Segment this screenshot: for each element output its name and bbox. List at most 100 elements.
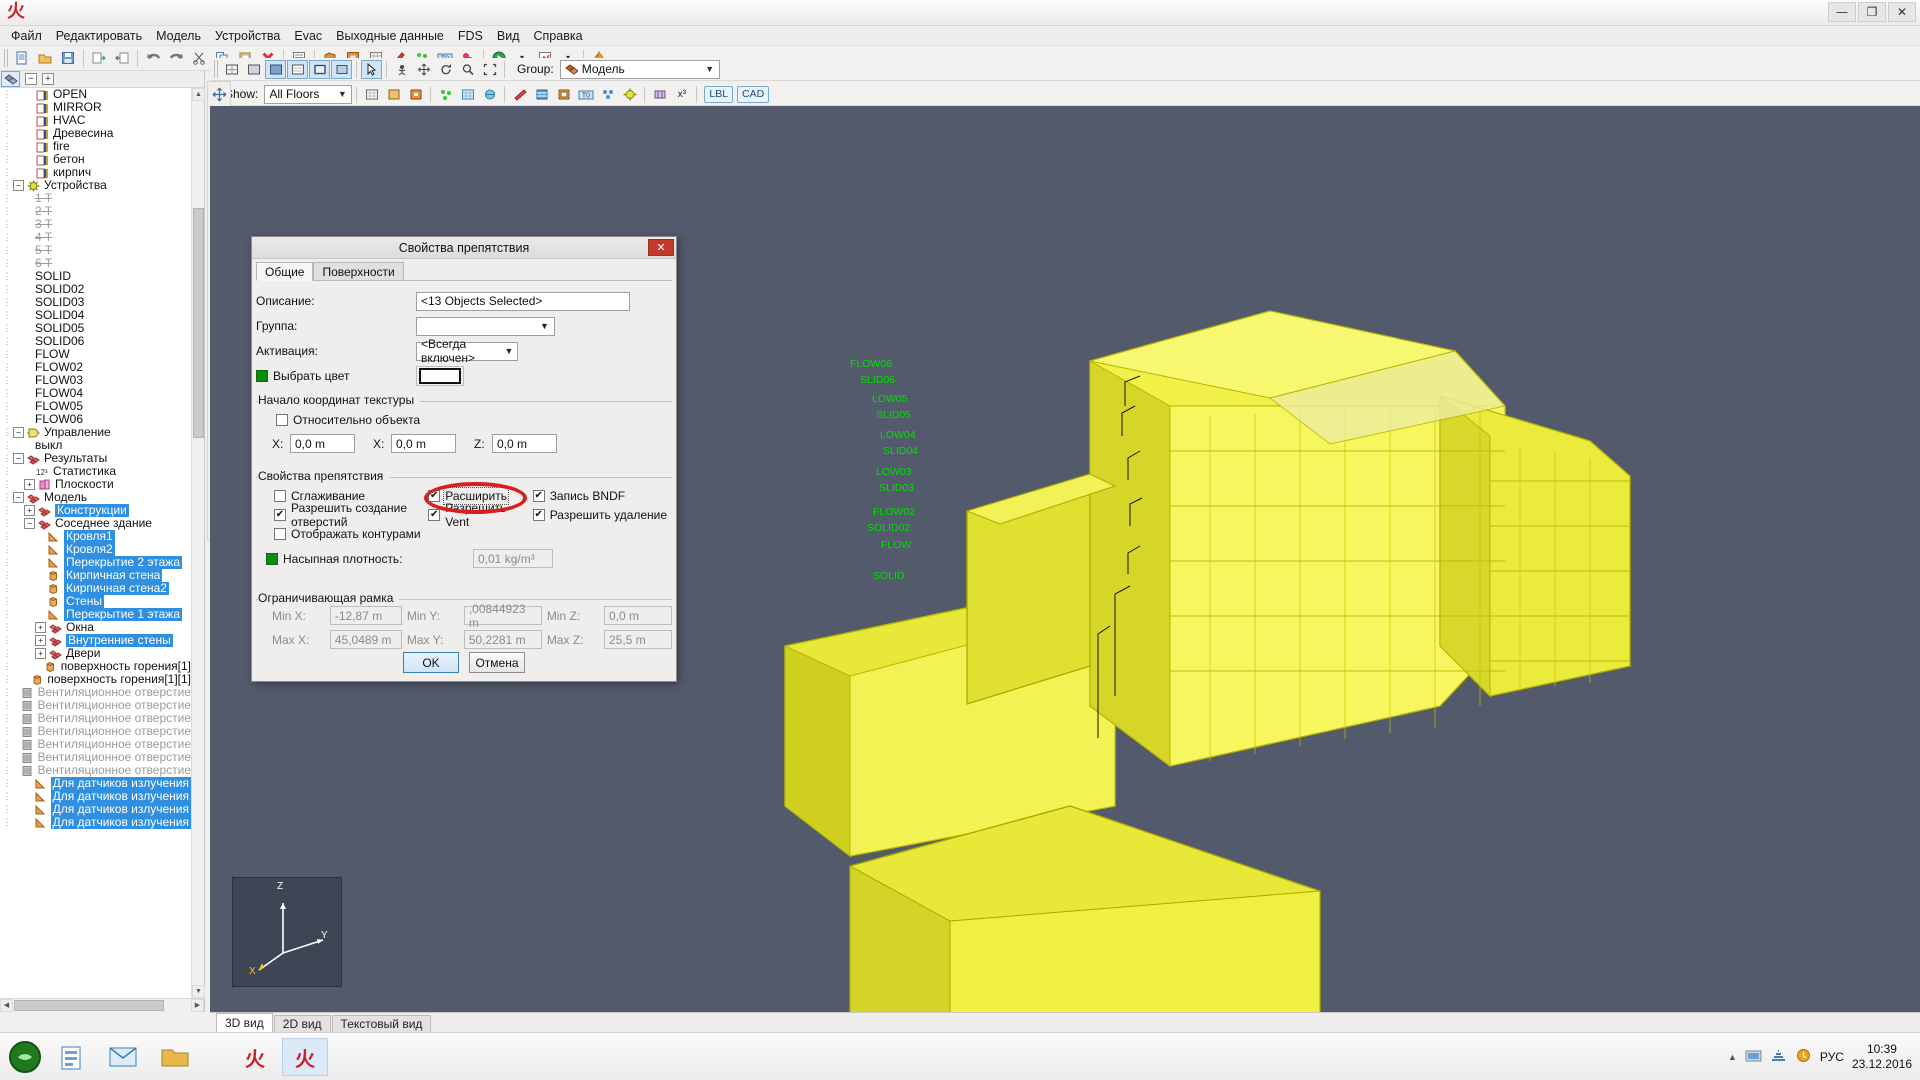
view-wireframe-icon[interactable] (221, 60, 242, 79)
show-floors-select[interactable]: All Floors ▼ (264, 84, 353, 104)
tree-item[interactable]: ⋮ + Плоскости (0, 478, 191, 491)
color-checkbox[interactable] (256, 370, 268, 382)
texture-coord-input-1[interactable]: 0,0 m (290, 434, 355, 453)
show-surfaces-icon[interactable] (553, 85, 574, 104)
menu-item-1[interactable]: Файл (4, 27, 49, 45)
save-icon[interactable] (57, 48, 79, 69)
menu-item-3[interactable]: Модель (149, 27, 208, 45)
scroll-right-arrow[interactable]: ▶ (191, 999, 204, 1012)
menu-item-6[interactable]: Выходные данные (329, 27, 451, 45)
scroll-down-arrow[interactable]: ▼ (192, 985, 205, 998)
bndf-checkbox[interactable]: ✔ (532, 489, 545, 502)
zoom-extents-icon[interactable] (479, 60, 500, 79)
scroll-left-arrow[interactable]: ◀ (0, 999, 13, 1012)
color-swatch-button[interactable] (416, 366, 464, 386)
dialog-tab-1[interactable]: Общие (256, 262, 314, 281)
bbox-input-5[interactable]: 50,2281 m (463, 630, 542, 649)
tree-item[interactable]: ⋮ Для датчиков излучения (0, 816, 191, 829)
tree-vertical-scrollbar[interactable]: ▲ ▼ (191, 88, 205, 998)
tree-expander[interactable]: − (24, 518, 35, 529)
pyrosim-app1-icon[interactable]: 火 (232, 1038, 278, 1076)
bbox-input-3[interactable]: 0,0 m (604, 606, 672, 625)
taskbar-clock[interactable]: 10:39 23.12.2016 (1852, 1042, 1912, 1072)
tree-expander[interactable]: + (24, 479, 35, 490)
allow-remove-checkbox-row[interactable]: ✔ Разрешить удаление (532, 505, 672, 524)
show-outline-checkbox[interactable] (274, 527, 286, 540)
description-input[interactable]: <13 Objects Selected> (416, 291, 630, 311)
view-solid-icon[interactable] (243, 60, 264, 79)
redo-icon[interactable] (165, 48, 187, 69)
texture-coord-input-3[interactable]: 0,0 m (492, 434, 557, 453)
undo-icon[interactable] (142, 48, 164, 69)
bulk-density-input[interactable]: 0,01 kg/m³ (473, 549, 553, 568)
tree-expander[interactable]: + (24, 505, 35, 516)
tree-expander[interactable]: − (13, 427, 24, 438)
show-obstructions-icon[interactable] (383, 85, 404, 104)
start-button[interactable] (2, 1038, 48, 1076)
activation-select[interactable]: <Всегда включен> ▼ (416, 337, 518, 365)
cad-toggle-button[interactable]: CAD (737, 85, 770, 103)
show-slices-icon[interactable] (649, 85, 670, 104)
model-tree[interactable]: ⋮ OPEN ⋮ MIRROR ⋮ HVAC ⋮ Древесина ⋮ fire ⋮ бетон ⋮ к… (0, 88, 191, 998)
bbox-input-6[interactable]: 25,5 m (604, 630, 672, 649)
lbl-toggle-button[interactable]: LBL (704, 85, 734, 103)
allow-vent-checkbox[interactable]: ✔ (428, 508, 441, 521)
bulk-density-checkbox[interactable] (266, 552, 278, 565)
tray-icon-2[interactable] (1770, 1048, 1787, 1066)
chevron-down-icon[interactable]: ▼ (503, 346, 515, 356)
tree-expander[interactable]: − (13, 492, 24, 503)
exponent-toggle[interactable]: x³ (671, 85, 692, 104)
bndf-checkbox-row[interactable]: ✔ Запись BNDF (532, 486, 672, 505)
cancel-button[interactable]: Отмена (469, 652, 525, 673)
tree-view-tab-icon[interactable] (1, 71, 20, 87)
language-indicator[interactable]: РУС (1820, 1050, 1844, 1064)
smoothing-checkbox[interactable] (274, 489, 286, 502)
expand-checkbox[interactable]: ✔ (428, 489, 441, 502)
export-icon[interactable] (111, 48, 133, 69)
orbit-tool-icon[interactable] (391, 60, 412, 79)
menu-item-4[interactable]: Устройства (208, 27, 287, 45)
move-tool-icon[interactable] (209, 84, 230, 104)
show-particles-icon[interactable] (435, 85, 456, 104)
dialog-close-button[interactable]: ✕ (648, 239, 674, 256)
view-ghost-icon[interactable] (331, 59, 352, 79)
allow-remove-checkbox[interactable]: ✔ (532, 508, 545, 521)
group-select[interactable]: Модель ▼ (559, 59, 720, 79)
tree-scroll-thumb[interactable] (193, 208, 204, 438)
rotate-tool-icon[interactable] (435, 60, 456, 79)
tree-expander[interactable]: + (35, 635, 46, 646)
menu-item-7[interactable]: FDS (451, 27, 490, 45)
file-explorer-icon[interactable] (50, 1038, 96, 1076)
pyrosim-app2-icon[interactable]: 火 (282, 1038, 328, 1076)
show-vents-icon[interactable] (531, 85, 552, 104)
expand-all-button[interactable]: + (42, 73, 54, 85)
folder-icon[interactable] (152, 1038, 198, 1076)
chevron-down-icon[interactable]: ▼ (537, 321, 552, 331)
new-file-icon[interactable] (11, 48, 33, 69)
relative-to-object-checkbox-row[interactable]: Относительно объекта (276, 410, 672, 429)
bbox-input-2[interactable]: ,00844923 m (463, 602, 542, 630)
view-outline-icon[interactable] (309, 59, 330, 79)
close-button[interactable]: ✕ (1888, 2, 1916, 22)
menu-item-5[interactable]: Evac (287, 27, 329, 45)
tree-expander[interactable]: + (35, 622, 46, 633)
texture-coord-input-2[interactable]: 0,0 m (391, 434, 456, 453)
view-tab-2[interactable]: 2D вид (273, 1015, 331, 1032)
view-tab-1[interactable]: 3D вид (216, 1013, 273, 1032)
floor-grid-icon[interactable] (361, 85, 382, 104)
show-meshes-icon[interactable] (457, 85, 478, 104)
tree-expander[interactable]: + (35, 648, 46, 659)
color-checkbox-group[interactable]: Выбрать цвет (256, 369, 416, 383)
chevron-down-icon[interactable]: ▼ (703, 64, 717, 74)
show-outline-checkbox-row[interactable]: Отображать контурами (274, 524, 428, 543)
tree-expander[interactable]: − (13, 453, 24, 464)
menu-item-9[interactable]: Справка (527, 27, 590, 45)
minimize-button[interactable]: — (1828, 2, 1856, 22)
maximize-button[interactable]: ❐ (1858, 2, 1886, 22)
bbox-input-1[interactable]: -12,87 m (329, 606, 402, 625)
tray-icon-3[interactable] (1795, 1048, 1812, 1066)
chevron-down-icon[interactable]: ▼ (335, 89, 349, 99)
allow-vent-checkbox-row[interactable]: ✔ Разрешить Vent (428, 501, 532, 529)
show-text-labels-icon[interactable]: T0 (575, 85, 596, 104)
show-devices-icon[interactable] (597, 85, 618, 104)
